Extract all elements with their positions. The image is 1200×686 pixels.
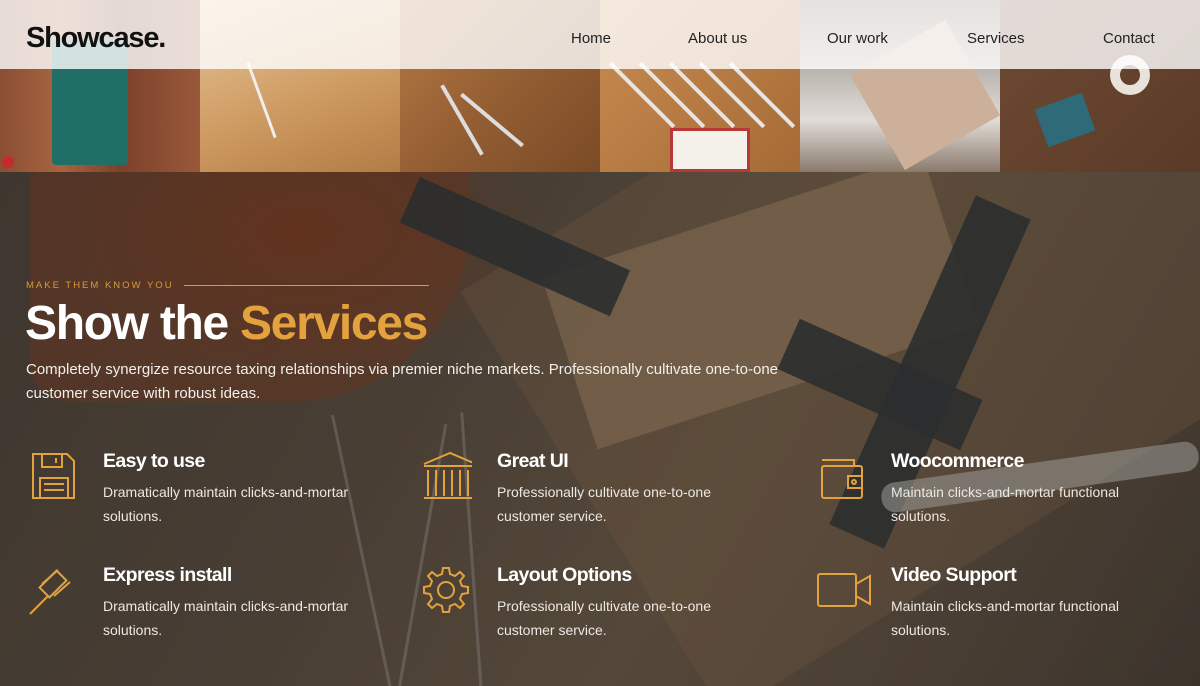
eyebrow: MAKE THEM KNOW YOU	[26, 279, 429, 291]
nav-contact[interactable]: Contact	[1103, 30, 1155, 47]
feature-woocommerce: Woocommerce Maintain clicks-and-mortar f…	[814, 450, 1134, 540]
feature-description: Dramatically maintain clicks-and-mortar …	[103, 598, 349, 638]
nav-home[interactable]: Home	[571, 30, 611, 47]
section-title-plain: Show the	[25, 297, 240, 350]
section-title: Show the Services	[25, 296, 428, 351]
feature-title: Easy to use	[103, 450, 205, 472]
eyebrow-divider	[183, 284, 429, 286]
gear-icon	[420, 564, 472, 616]
feature-layout-options: Layout Options Professionally cultivate …	[420, 564, 740, 654]
feature-title: Great UI	[497, 450, 569, 472]
wallet-icon	[814, 450, 866, 502]
nav-our-work[interactable]: Our work	[827, 30, 888, 47]
feature-description: Professionally cultivate one-to-one cust…	[497, 598, 712, 638]
feature-easy-to-use: Easy to use Dramatically maintain clicks…	[26, 450, 348, 540]
feature-great-ui: Great UI Professionally cultivate one-to…	[420, 450, 740, 540]
video-camera-icon	[814, 564, 871, 616]
feature-title: Layout Options	[497, 564, 632, 586]
eyebrow-text: MAKE THEM KNOW YOU	[26, 279, 174, 291]
feature-video-support: Video Support Maintain clicks-and-mortar…	[814, 564, 1134, 654]
feature-express-install: Express install Dramatically maintain cl…	[26, 564, 348, 654]
feature-title: Video Support	[891, 564, 1017, 586]
feature-description: Maintain clicks-and-mortar functional so…	[891, 598, 1119, 638]
nav-about-us[interactable]: About us	[688, 30, 747, 47]
section-description: Completely synergize resource taxing rel…	[26, 361, 779, 402]
feature-description: Dramatically maintain clicks-and-mortar …	[103, 484, 349, 524]
main-nav: Home About us Our work Services Contact	[0, 30, 1200, 50]
feature-description: Maintain clicks-and-mortar functional so…	[891, 484, 1119, 524]
nav-services[interactable]: Services	[967, 30, 1025, 47]
feature-title: Woocommerce	[891, 450, 1024, 472]
bank-columns-icon	[420, 450, 477, 502]
feature-description: Professionally cultivate one-to-one cust…	[497, 484, 712, 524]
gavel-icon	[26, 564, 78, 616]
section-title-accent: Services	[239, 297, 428, 350]
site-header: Showcase. Home About us Our work Service…	[0, 0, 1200, 69]
feature-title: Express install	[103, 564, 232, 586]
floppy-disk-icon	[26, 450, 78, 502]
